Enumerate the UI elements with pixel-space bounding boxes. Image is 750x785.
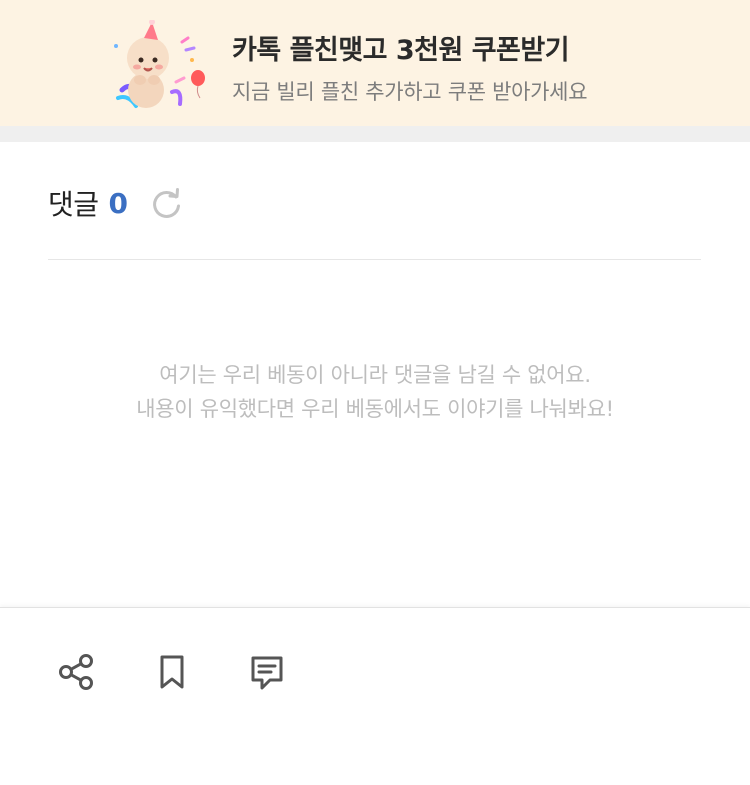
empty-notice-line-2: 내용이 유익했다면 우리 베동에서도 이야기를 나눠봐요! xyxy=(136,397,614,421)
empty-comments-notice: 여기는 우리 베동이 아니라 댓글을 남길 수 없어요. 내용이 유익했다면 우… xyxy=(0,358,750,426)
comments-header: 댓글 0 xyxy=(48,182,184,224)
bottom-action-bar xyxy=(0,607,750,785)
share-button[interactable] xyxy=(54,650,98,694)
page: 카톡 플친맺고 3천원 쿠폰받기 지금 빌리 플친 추가하고 쿠폰 받아가세요 … xyxy=(0,0,750,785)
kakao-coupon-banner[interactable]: 카톡 플친맺고 3천원 쿠폰받기 지금 빌리 플친 추가하고 쿠폰 받아가세요 xyxy=(0,0,750,126)
comments-label: 댓글 xyxy=(48,188,99,221)
refresh-icon xyxy=(153,188,181,218)
share-icon xyxy=(59,654,93,690)
bookmark-icon xyxy=(160,655,184,689)
refresh-button[interactable] xyxy=(150,186,184,220)
comments-count: 0 xyxy=(108,186,129,220)
section-gap xyxy=(0,126,750,142)
comment-button[interactable] xyxy=(245,650,289,694)
baby-mascot-illustration xyxy=(114,20,205,108)
comments-divider xyxy=(48,259,701,260)
comment-icon xyxy=(251,656,283,690)
promo-subtitle: 지금 빌리 플친 추가하고 쿠폰 받아가세요 xyxy=(232,80,588,104)
bookmark-button[interactable] xyxy=(150,650,194,694)
promo-title: 카톡 플친맺고 3천원 쿠폰받기 xyxy=(232,35,570,66)
empty-notice-line-1: 여기는 우리 베동이 아니라 댓글을 남길 수 없어요. xyxy=(159,363,591,387)
